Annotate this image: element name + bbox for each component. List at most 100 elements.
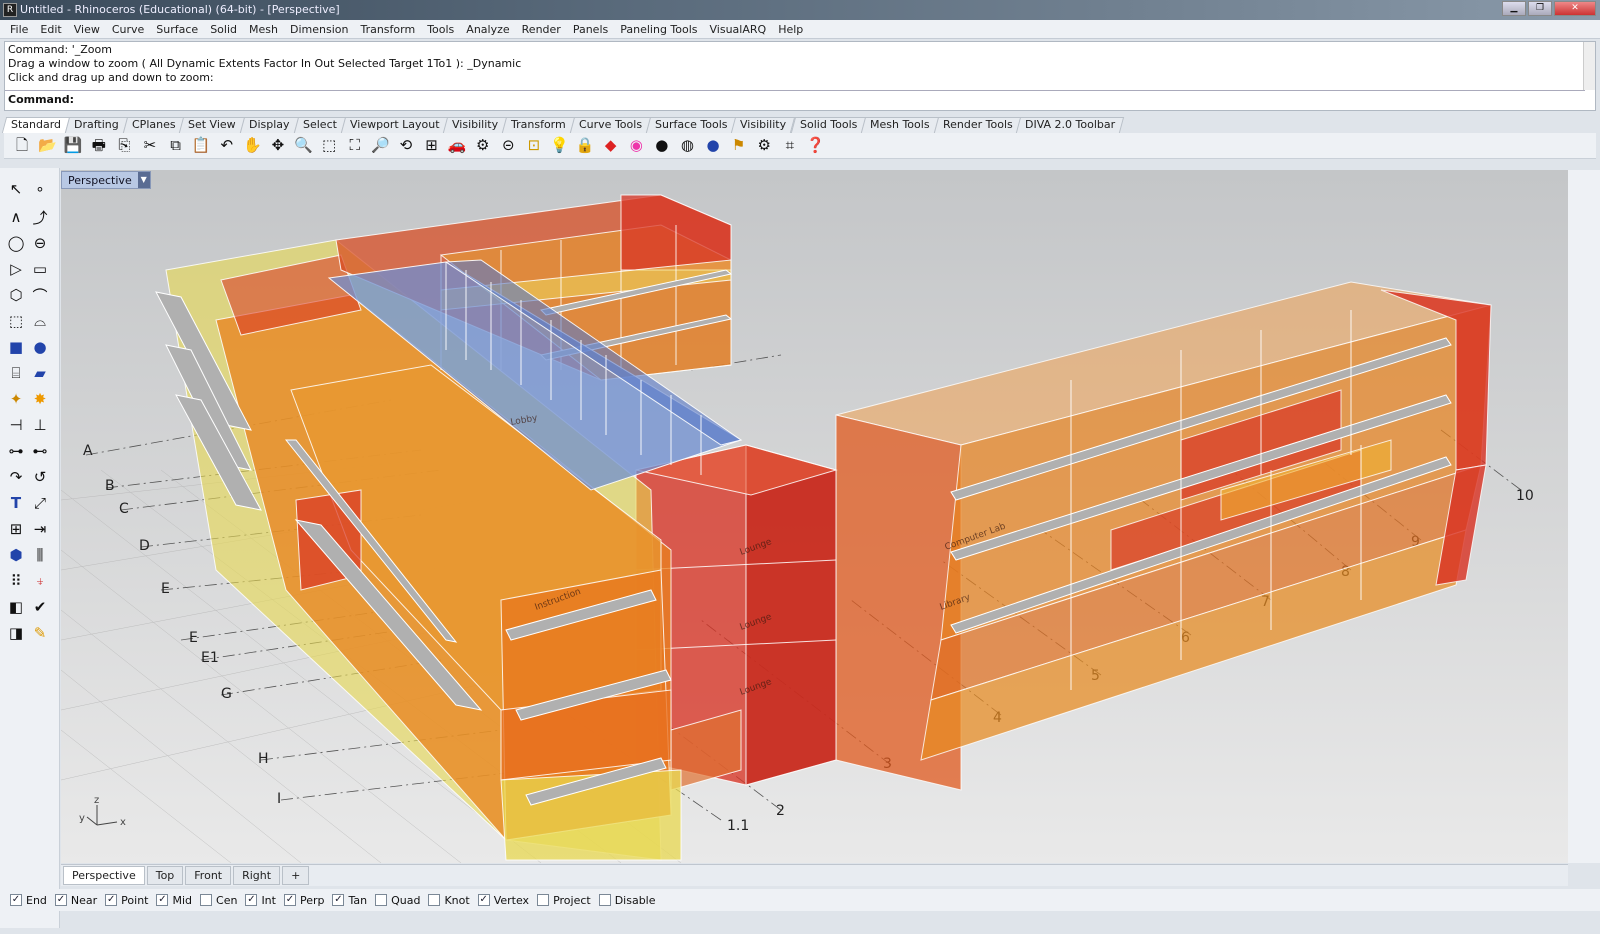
menu-analyze[interactable]: Analyze	[460, 23, 515, 36]
dropdown-arrow-icon[interactable]: ▼	[137, 172, 150, 188]
layer-icon[interactable]: ◆	[599, 135, 623, 157]
viewport-title-tab[interactable]: Perspective ▼	[61, 171, 151, 189]
tab-solid-tools[interactable]: Solid Tools	[790, 117, 867, 133]
align-icon[interactable]: ⍖	[28, 570, 52, 592]
arc-icon[interactable]: ▷	[4, 258, 28, 280]
menu-visualarq[interactable]: VisualARQ	[704, 23, 773, 36]
sweep-icon[interactable]: ⌓	[28, 310, 52, 332]
shade-icon[interactable]: ●	[650, 135, 674, 157]
menu-mesh[interactable]: Mesh	[243, 23, 284, 36]
tab-diva-toolbar[interactable]: DIVA 2.0 Toolbar	[1016, 117, 1125, 133]
menu-solid[interactable]: Solid	[204, 23, 243, 36]
tab-set-view[interactable]: Set View	[179, 117, 246, 133]
ellipse-icon[interactable]: ⊖	[28, 232, 52, 254]
command-prompt[interactable]: Command:	[8, 93, 74, 106]
point-icon[interactable]: ∘	[28, 178, 52, 200]
flag-icon[interactable]: ⚑	[727, 135, 751, 157]
osnap-checkbox[interactable]: ✓	[10, 894, 22, 906]
grid-icon[interactable]: ⌗	[778, 135, 802, 157]
tab-viewport-layout[interactable]: Viewport Layout	[340, 117, 449, 133]
analyze-icon[interactable]: ⫼	[28, 544, 52, 566]
minimize-icon[interactable]: ▁	[1502, 1, 1526, 16]
osnap-checkbox[interactable]: ✓	[156, 894, 169, 906]
osnap-checkbox[interactable]: ✓	[54, 894, 67, 906]
snap-icon[interactable]: ⊡	[522, 135, 546, 157]
check-icon[interactable]: ✔	[28, 596, 52, 618]
cylinder-icon[interactable]: ⌸	[4, 362, 28, 384]
tab-curve-tools[interactable]: Curve Tools	[569, 117, 652, 133]
tab-visibility-2[interactable]: Visibility	[731, 117, 796, 133]
osnap-point[interactable]: ✓ Point	[105, 894, 148, 907]
text-icon[interactable]: T	[4, 492, 28, 514]
osnap-quad[interactable]: Quad	[375, 894, 420, 907]
group-icon[interactable]: ⊶	[4, 440, 28, 462]
tab-transform[interactable]: Transform	[502, 117, 576, 133]
boolean-icon[interactable]: ✦	[4, 388, 28, 410]
command-history-scrollbar[interactable]	[1583, 42, 1595, 90]
osnap-checkbox[interactable]	[375, 894, 388, 906]
close-icon[interactable]: ✕	[1554, 1, 1596, 16]
tab-select[interactable]: Select	[293, 117, 346, 133]
zoom-selected-icon[interactable]: 🔎	[368, 135, 392, 157]
osnap-end[interactable]: ✓ End	[10, 894, 47, 907]
render-icon[interactable]: ●	[701, 135, 725, 157]
tab-display[interactable]: Display	[239, 117, 299, 133]
tab-perspective[interactable]: Perspective	[63, 866, 145, 885]
render-preview-icon[interactable]: ◍	[675, 135, 699, 157]
split-icon[interactable]: ⊥	[28, 414, 52, 436]
menu-tools[interactable]: Tools	[421, 23, 460, 36]
rotate-view-icon[interactable]: ⟲	[394, 135, 418, 157]
undo-icon[interactable]: ↶	[215, 135, 239, 157]
curve-icon[interactable]: ⤴	[28, 206, 52, 228]
tab-mesh-tools[interactable]: Mesh Tools	[860, 117, 939, 133]
tab-cplanes[interactable]: CPlanes	[122, 117, 185, 133]
polyline-icon[interactable]: ∧	[4, 206, 28, 228]
pan-icon[interactable]: ✋	[240, 135, 264, 157]
options-icon[interactable]: ⚙	[752, 135, 776, 157]
fillet-icon[interactable]: ⌒	[28, 284, 52, 306]
osnap-checkbox[interactable]: ✓	[332, 894, 345, 906]
menu-curve[interactable]: Curve	[106, 23, 150, 36]
ortho-icon[interactable]: ⊝	[496, 135, 520, 157]
zoom-window-icon[interactable]: ⬚	[317, 135, 341, 157]
car-icon[interactable]: 🚗	[445, 135, 469, 157]
menu-file[interactable]: File	[4, 23, 34, 36]
new-icon[interactable]: 🗋	[10, 135, 34, 157]
import-icon[interactable]: ⎘	[112, 135, 136, 157]
zoom-extents-icon[interactable]: ⛶	[343, 135, 367, 157]
tab-top[interactable]: Top	[146, 866, 184, 885]
dimension-icon[interactable]: ⤢	[28, 492, 52, 514]
tab-front[interactable]: Front	[185, 866, 232, 885]
menu-paneling-tools[interactable]: Paneling Tools	[614, 23, 703, 36]
menu-transform[interactable]: Transform	[354, 23, 421, 36]
osnap-checkbox[interactable]: ✓	[245, 894, 258, 906]
menu-dimension[interactable]: Dimension	[284, 23, 354, 36]
menu-edit[interactable]: Edit	[34, 23, 67, 36]
surface-icon[interactable]: ⬚	[4, 310, 28, 332]
move-icon[interactable]: ↺	[28, 466, 52, 488]
osnap-checkbox[interactable]: ✓	[477, 894, 490, 906]
osnap-near[interactable]: ✓ Near	[54, 894, 97, 907]
tab-standard[interactable]: Standard	[1, 117, 71, 133]
tab-render-tools[interactable]: Render Tools	[933, 117, 1022, 133]
sphere-icon[interactable]: ●	[28, 336, 52, 358]
add-viewport-tab-button[interactable]: +	[282, 866, 310, 885]
tab-visibility[interactable]: Visibility	[442, 117, 508, 133]
paste-icon[interactable]: 📋	[189, 135, 213, 157]
osnap-cen[interactable]: Cen	[200, 894, 237, 907]
explode-icon[interactable]: ✸	[28, 388, 52, 410]
osnap-project[interactable]: Project	[537, 894, 591, 907]
layer-cube-icon[interactable]: ◧	[4, 596, 28, 618]
osnap-checkbox[interactable]	[428, 894, 441, 906]
zoom-icon[interactable]: 🔍	[292, 135, 316, 157]
osnap-mid[interactable]: ✓ Mid	[156, 894, 192, 907]
menu-surface[interactable]: Surface	[150, 23, 204, 36]
save-icon[interactable]: 💾	[61, 135, 85, 157]
mirror-icon[interactable]: ⇥	[28, 518, 52, 540]
tab-right[interactable]: Right	[233, 866, 281, 885]
osnap-knot[interactable]: Knot	[428, 894, 470, 907]
rectangle-icon[interactable]: ▭	[28, 258, 52, 280]
restore-icon[interactable]: ❐	[1528, 1, 1552, 16]
menu-panels[interactable]: Panels	[567, 23, 614, 36]
color-wheel-icon[interactable]: ◉	[624, 135, 648, 157]
